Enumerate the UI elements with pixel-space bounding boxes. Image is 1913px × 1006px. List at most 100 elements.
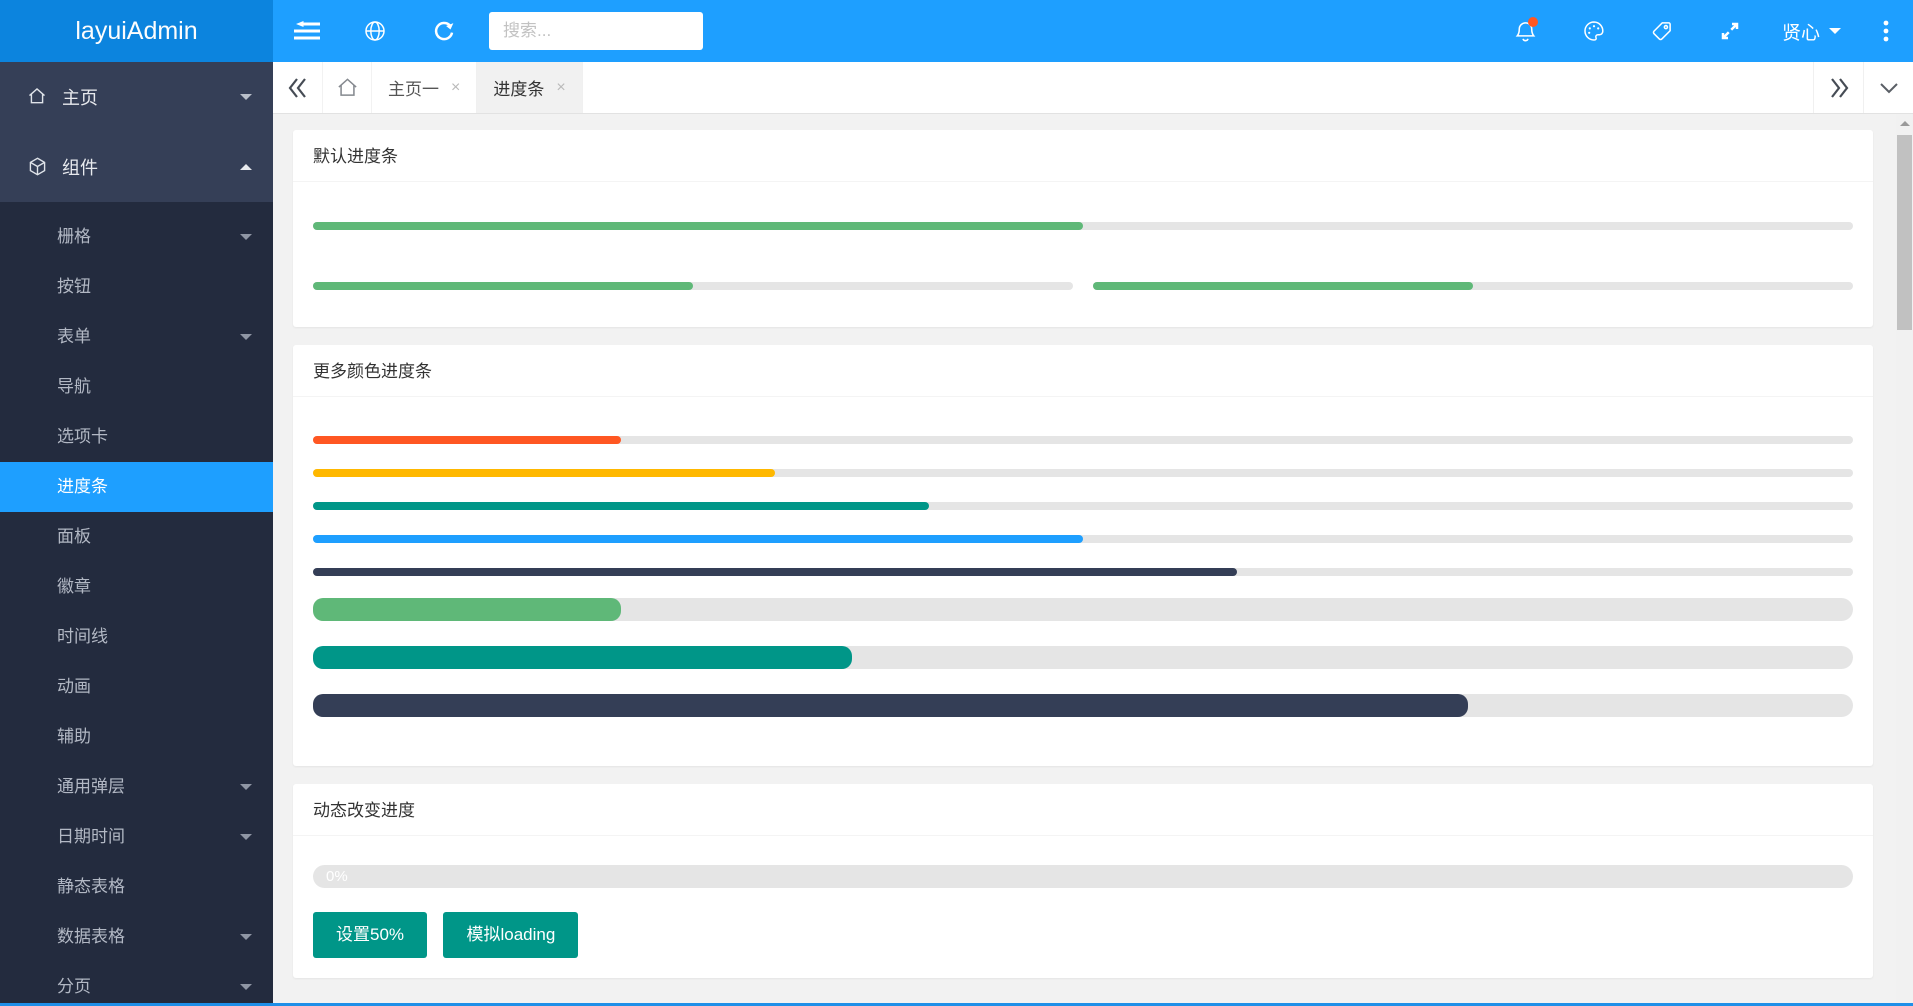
progress-fill [313, 502, 929, 510]
sidebar-subitem-label: 徽章 [57, 577, 91, 596]
progress-bar [1093, 282, 1853, 290]
sidebar-item[interactable]: 主页 [0, 62, 273, 132]
palette-icon[interactable] [1560, 0, 1628, 62]
sidebar-subitem[interactable]: 分页 [0, 962, 273, 1006]
vertical-scrollbar[interactable] [1896, 114, 1913, 1006]
sidebar-subitem[interactable]: 静态表格 [0, 862, 273, 912]
chevron-down-icon [240, 94, 252, 106]
chevron-down-icon [240, 834, 252, 846]
home-icon [27, 86, 49, 108]
sidebar-subitem[interactable]: 徽章 [0, 562, 273, 612]
more-dots-icon[interactable] [1859, 0, 1913, 62]
simulate-loading-button[interactable]: 模拟loading [443, 912, 578, 958]
tab-active[interactable]: 进度条 × [477, 62, 582, 113]
scrollbar-thumb[interactable] [1897, 135, 1912, 330]
header-search [489, 12, 703, 50]
app-logo: layuiAdmin [0, 0, 273, 62]
progress-bar [313, 222, 1853, 230]
tabbar-spacer [583, 62, 1813, 113]
sidebar-item-label: 主页 [62, 84, 98, 110]
progress-fill [313, 222, 1083, 230]
card-dynamic-progress: 动态改变进度 0% 设置50% 模拟loading [293, 784, 1873, 978]
set-50-percent-button[interactable]: 设置50% [313, 912, 427, 958]
progress-fill [313, 469, 775, 477]
user-menu[interactable]: 贤心 [1764, 0, 1859, 62]
card-color-progress: 更多颜色进度条 [293, 345, 1873, 766]
tabs-scroll-right-button[interactable] [1813, 62, 1863, 113]
sidebar-subitem-label: 日期时间 [57, 827, 125, 846]
page-tabbar: 主页一 × 进度条 × [273, 62, 1913, 114]
progress-bar [313, 282, 1073, 290]
tabs-scroll-left-button[interactable] [273, 62, 323, 113]
sidebar-subitem[interactable]: 日期时间 [0, 812, 273, 862]
sidebar-subitem-label: 时间线 [57, 627, 108, 646]
search-input[interactable] [489, 12, 703, 50]
chevron-down-icon [240, 934, 252, 946]
progress-bar [313, 502, 1853, 510]
progress-fill [313, 598, 621, 621]
sidebar-subitem[interactable]: 时间线 [0, 612, 273, 662]
sidebar-subitem[interactable]: 表单 [0, 312, 273, 362]
sidebar-subitem-label: 栅格 [57, 227, 91, 246]
sidebar-item[interactable]: 组件 [0, 132, 273, 202]
sidebar-submenu: 栅格按钮表单导航选项卡进度条面板徽章时间线动画辅助通用弹层日期时间静态表格数据表… [0, 202, 273, 1006]
chevron-down-icon [240, 334, 252, 346]
tag-icon[interactable] [1628, 0, 1696, 62]
sidebar-subitem-label: 面板 [57, 527, 91, 546]
progress-bar [313, 598, 1853, 621]
sidebar-subitem[interactable]: 按钮 [0, 262, 273, 312]
sidebar-subitem-label: 分页 [57, 977, 91, 996]
sidebar-subitem-label: 数据表格 [57, 927, 125, 946]
sidebar-subitem-label: 进度条 [57, 477, 108, 496]
card-title: 动态改变进度 [293, 784, 1873, 836]
sidebar-subitem-label: 通用弹层 [57, 777, 125, 796]
progress-fill [313, 646, 852, 669]
top-header: 贤心 [273, 0, 1913, 62]
card-title: 默认进度条 [293, 130, 1873, 182]
tab-close-icon[interactable]: × [556, 79, 565, 97]
sidebar-subitem-active[interactable]: 进度条 [0, 462, 273, 512]
progress-bar [313, 646, 1853, 669]
sidebar-subitem-label: 选项卡 [57, 427, 108, 446]
card-default-progress: 默认进度条 [293, 130, 1873, 327]
sidebar-subitem-label: 动画 [57, 677, 91, 696]
progress-bar [313, 568, 1853, 576]
notification-badge [1528, 17, 1538, 27]
sidebar-subitem[interactable]: 数据表格 [0, 912, 273, 962]
sidebar-subitem[interactable]: 选项卡 [0, 412, 273, 462]
progress-bar [313, 694, 1853, 717]
tab-label: 主页一 [388, 75, 439, 100]
sidebar-subitem[interactable]: 辅助 [0, 712, 273, 762]
sidebar-subitem[interactable]: 栅格 [0, 212, 273, 262]
scrollbar-up-arrow-icon[interactable] [1896, 114, 1913, 131]
progress-bar: 0% [313, 865, 1853, 888]
cube-icon [27, 156, 49, 178]
sidebar-subitem-label: 辅助 [57, 727, 91, 746]
tab-close-icon[interactable]: × [451, 79, 460, 97]
card-title: 更多颜色进度条 [293, 345, 1873, 397]
progress-fill [313, 568, 1237, 576]
chevron-down-icon [1829, 28, 1841, 40]
refresh-icon[interactable] [409, 0, 477, 62]
tab-item[interactable]: 主页一 × [372, 62, 477, 113]
tabs-menu-button[interactable] [1863, 62, 1913, 113]
sidebar-subitem-label: 导航 [57, 377, 91, 396]
fullscreen-icon[interactable] [1696, 0, 1764, 62]
globe-icon[interactable] [341, 0, 409, 62]
sidebar-nav: 主页组件栅格按钮表单导航选项卡进度条面板徽章时间线动画辅助通用弹层日期时间静态表… [0, 62, 273, 1006]
sidebar-subitem-label: 表单 [57, 327, 91, 346]
progress-fill [313, 694, 1468, 717]
sidebar-subitem-label: 静态表格 [57, 877, 125, 896]
progress-bar [313, 535, 1853, 543]
sidebar-subitem[interactable]: 导航 [0, 362, 273, 412]
bell-icon[interactable] [1492, 0, 1560, 62]
chevron-down-icon [240, 784, 252, 796]
username: 贤心 [1782, 18, 1820, 45]
main-content: 默认进度条 更多颜色进度条 动态改变进度 0% 设置50% 模拟loading [273, 114, 1896, 1006]
home-tab[interactable] [323, 62, 372, 113]
sidebar-subitem[interactable]: 动画 [0, 662, 273, 712]
sidebar-subitem[interactable]: 通用弹层 [0, 762, 273, 812]
sidebar-subitem[interactable]: 面板 [0, 512, 273, 562]
collapse-menu-icon[interactable] [273, 0, 341, 62]
tab-label: 进度条 [493, 75, 544, 100]
